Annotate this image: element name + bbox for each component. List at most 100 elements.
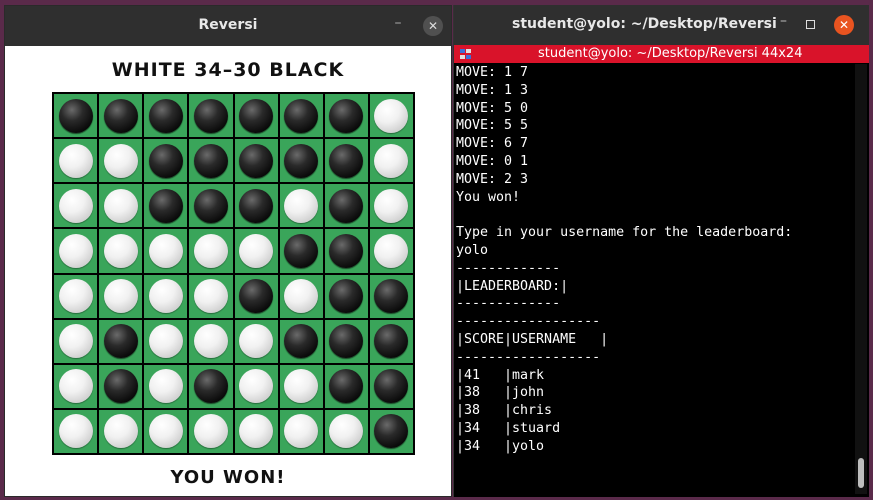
board-cell[interactable]: [369, 139, 413, 183]
board-cell[interactable]: [189, 319, 233, 363]
board-cell[interactable]: [369, 364, 413, 408]
white-disc: [329, 414, 364, 449]
board-cell[interactable]: [369, 409, 413, 453]
board-cell[interactable]: [234, 364, 278, 408]
board-cell[interactable]: [369, 319, 413, 363]
board-cell[interactable]: [99, 409, 143, 453]
terminal-line: MOVE: 0 1: [456, 153, 529, 169]
board-cell[interactable]: [234, 94, 278, 138]
board-cell[interactable]: [99, 319, 143, 363]
board-cell[interactable]: [234, 319, 278, 363]
maximize-button[interactable]: [806, 20, 815, 29]
reversi-titlebar[interactable]: Reversi – ✕: [5, 6, 451, 46]
board-cell[interactable]: [324, 409, 368, 453]
terminal-line: MOVE: 2 3: [456, 171, 529, 187]
terminal-scrollbar[interactable]: [855, 64, 867, 494]
board-cell[interactable]: [99, 139, 143, 183]
white-disc: [374, 98, 409, 133]
minimize-button[interactable]: –: [780, 13, 787, 29]
board-cell[interactable]: [369, 94, 413, 138]
board-cell[interactable]: [189, 229, 233, 273]
black-disc: [239, 98, 274, 133]
white-disc: [148, 324, 183, 359]
board-cell[interactable]: [279, 274, 323, 318]
board-cell[interactable]: [234, 184, 278, 228]
board-cell[interactable]: [144, 409, 188, 453]
close-button[interactable]: ✕: [423, 16, 443, 36]
terminal-window-title: student@yolo: ~/Desktop/Reversi: [512, 16, 777, 32]
board-cell[interactable]: [54, 94, 98, 138]
board-cell[interactable]: [144, 364, 188, 408]
black-disc: [148, 188, 183, 223]
terminal-output[interactable]: MOVE: 1 7 MOVE: 1 3 MOVE: 5 0 MOVE: 5 5 MOVE…: [456, 64, 852, 494]
white-disc: [103, 143, 138, 178]
board-cell[interactable]: [54, 409, 98, 453]
close-button[interactable]: ✕: [834, 15, 854, 35]
board-cell[interactable]: [99, 229, 143, 273]
board-cell[interactable]: [99, 364, 143, 408]
board-cell[interactable]: [279, 364, 323, 408]
white-disc: [148, 369, 183, 404]
board-cell[interactable]: [324, 229, 368, 273]
white-disc: [193, 233, 228, 268]
white-disc: [193, 324, 228, 359]
white-disc: [193, 279, 228, 314]
terminal-titlebar[interactable]: student@yolo: ~/Desktop/Reversi – ✕: [454, 5, 869, 45]
board-cell[interactable]: [189, 94, 233, 138]
black-disc: [374, 324, 409, 359]
board-cell[interactable]: [324, 319, 368, 363]
board-cell[interactable]: [144, 184, 188, 228]
game-board[interactable]: [52, 92, 415, 455]
minimize-button[interactable]: –: [389, 15, 407, 33]
terminal-line: ------------------: [456, 349, 601, 365]
terminal-tab[interactable]: student@yolo: ~/Desktop/Reversi 44x24: [454, 45, 869, 63]
black-disc: [374, 279, 409, 314]
board-cell[interactable]: [189, 139, 233, 183]
board-cell[interactable]: [279, 94, 323, 138]
board-cell[interactable]: [54, 184, 98, 228]
board-cell[interactable]: [234, 274, 278, 318]
scrollbar-thumb[interactable]: [858, 458, 864, 488]
board-cell[interactable]: [189, 364, 233, 408]
board-cell[interactable]: [144, 229, 188, 273]
board-cell[interactable]: [279, 319, 323, 363]
board-cell[interactable]: [324, 94, 368, 138]
board-cell[interactable]: [324, 364, 368, 408]
board-cell[interactable]: [144, 94, 188, 138]
white-disc: [239, 233, 274, 268]
board-cell[interactable]: [279, 229, 323, 273]
terminal-line: MOVE: 1 3: [456, 82, 529, 98]
black-disc: [193, 143, 228, 178]
board-cell[interactable]: [99, 184, 143, 228]
board-cell[interactable]: [189, 409, 233, 453]
board-cell[interactable]: [279, 139, 323, 183]
board-cell[interactable]: [324, 274, 368, 318]
board-cell[interactable]: [144, 139, 188, 183]
board-cell[interactable]: [189, 274, 233, 318]
board-cell[interactable]: [144, 274, 188, 318]
board-cell[interactable]: [324, 139, 368, 183]
board-cell[interactable]: [54, 319, 98, 363]
board-cell[interactable]: [99, 274, 143, 318]
board-cell[interactable]: [369, 229, 413, 273]
board-cell[interactable]: [54, 364, 98, 408]
board-cell[interactable]: [54, 139, 98, 183]
white-disc: [284, 279, 319, 314]
terminal-line: yolo: [456, 242, 489, 258]
board-cell[interactable]: [324, 184, 368, 228]
board-cell[interactable]: [54, 229, 98, 273]
board-cell[interactable]: [144, 319, 188, 363]
white-disc: [374, 233, 409, 268]
board-cell[interactable]: [234, 409, 278, 453]
board-cell[interactable]: [369, 274, 413, 318]
board-cell[interactable]: [234, 229, 278, 273]
board-cell[interactable]: [369, 184, 413, 228]
board-cell[interactable]: [99, 94, 143, 138]
board-cell[interactable]: [234, 139, 278, 183]
board-cell[interactable]: [279, 184, 323, 228]
white-disc: [103, 414, 138, 449]
board-cell[interactable]: [54, 274, 98, 318]
board-cell[interactable]: [189, 184, 233, 228]
board-cell[interactable]: [279, 409, 323, 453]
